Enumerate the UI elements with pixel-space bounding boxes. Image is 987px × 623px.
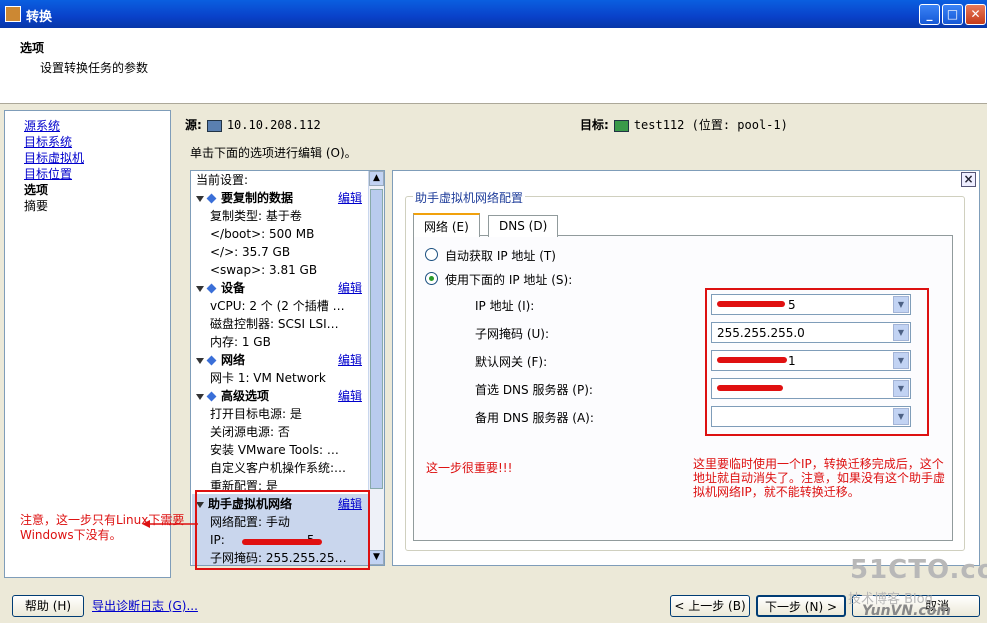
page-title: 选项 [20,41,45,55]
tree-nic: 网卡 1: VM Network [210,371,326,385]
edit-data-link[interactable]: 编辑 [338,190,362,206]
tree-boot: </boot>: 500 MB [210,227,315,241]
red-highlight-box [705,288,929,436]
diamond-icon [206,193,217,204]
edit-hint: 单击下面的选项进行编辑 (O)。 [190,146,357,160]
preferred-dns-label: 首选 DNS 服务器 (P): [475,383,593,397]
source-value: 10.10.208.112 [226,118,321,132]
nav-item-target-system[interactable]: 目标系统 [24,134,72,150]
manual-ip-label[interactable]: 使用下面的 IP 地址 (S): [445,271,572,288]
maximize-button[interactable]: □ [942,4,963,25]
tree-swap: <swap>: 3.81 GB [210,263,318,277]
app-icon [5,6,21,22]
gateway-label: 默认网关 (F): [475,355,548,369]
wizard-steps-nav: 源系统 目标系统 目标虚拟机 目标位置 选项 摘要 [4,110,171,578]
collapse-arrow-icon[interactable] [196,393,204,400]
next-button[interactable]: 下一步 (N) > [756,595,846,617]
watermark-51cto: 51CTO.com [850,555,987,585]
window-titlebar: 转换 _ □ ✕ [0,0,987,28]
annotation-arrow-icon [142,520,198,528]
tree-section-advanced[interactable]: 高级选项 [196,388,269,404]
minimize-button[interactable]: _ [919,4,940,25]
nav-item-summary: 摘要 [24,199,49,213]
diamond-icon [206,283,217,294]
page-subtitle: 设置转换任务的参数 [40,61,149,75]
target-value: test112 (位置: pool-1) [633,118,788,132]
auto-ip-label[interactable]: 自动获取 IP 地址 (T) [445,247,556,264]
group-title: 助手虚拟机网络配置 [413,189,526,206]
source-label: 源: [185,118,202,132]
page-header: 选项 设置转换任务的参数 [0,28,987,104]
auto-ip-radio[interactable] [425,248,438,261]
tree-power-off: 关闭源电源: 否 [210,425,290,439]
export-diagnostics-link[interactable]: 导出诊断日志 (G)... [92,597,198,614]
manual-ip-radio[interactable] [425,272,438,285]
collapse-arrow-icon[interactable] [196,357,204,364]
close-panel-icon[interactable]: × [961,172,976,187]
tree-vcpu: vCPU: 2 个 (2 个插槽 … [210,299,345,313]
close-window-button[interactable]: ✕ [965,4,986,25]
tree-section-data[interactable]: 要复制的数据 [196,190,293,206]
nav-item-target-vm[interactable]: 目标虚拟机 [24,150,84,166]
scroll-down-arrow-icon[interactable]: ▼ [369,550,384,565]
tree-scrollbar[interactable]: ▲ ▼ [368,171,384,565]
help-button[interactable]: 帮助 (H) [12,595,84,617]
nav-item-target-location[interactable]: 目标位置 [24,166,72,182]
back-button[interactable]: < 上一步 (B) [670,595,750,617]
ip-address-label: IP 地址 (I): [475,299,535,313]
watermark-yunvn: YunVN.com [862,603,951,619]
collapse-arrow-icon[interactable] [196,195,204,202]
tree-vmware-tools: 安装 VMware Tools: … [210,443,339,457]
tree-current-settings: 当前设置: [196,173,249,187]
target-info: 目标: test112 (位置: pool-1) [580,116,788,133]
tree-root: </>: 35.7 GB [210,245,291,259]
window-title: 转换 [26,10,53,25]
alternate-dns-label: 备用 DNS 服务器 (A): [475,411,594,425]
edit-advanced-link[interactable]: 编辑 [338,388,362,404]
source-info: 源: 10.10.208.112 [185,116,321,133]
target-label: 目标: [580,118,609,132]
tree-memory: 内存: 1 GB [210,335,271,349]
scroll-up-arrow-icon[interactable]: ▲ [369,171,384,186]
tree-custom-guest: 自定义客户机操作系统:… [210,461,347,475]
subnet-mask-label: 子网掩码 (U): [475,327,550,341]
annotation-important: 这一步很重要!!! [426,461,513,475]
tab-network[interactable]: 网络 (E) [413,213,480,237]
collapse-arrow-icon[interactable] [196,285,204,292]
diamond-icon [206,355,217,366]
tree-copy-type: 复制类型: 基于卷 [210,209,302,223]
tab-dns[interactable]: DNS (D) [488,215,559,237]
edit-network-link[interactable]: 编辑 [338,352,362,368]
tree-disk-controller: 磁盘控制器: SCSI LSI… [210,317,339,331]
tree-section-network[interactable]: 网络 [196,352,245,368]
scroll-thumb[interactable] [370,189,383,489]
annotation-explain-3: 拟机网络IP，就不能转换迁移。 [693,485,860,499]
computer-icon [206,119,222,132]
diamond-icon [206,391,217,402]
red-highlight-box [195,490,370,570]
nav-item-options: 选项 [24,183,49,197]
tree-section-devices[interactable]: 设备 [196,280,245,296]
tree-power-on: 打开目标电源: 是 [210,407,302,421]
edit-devices-link[interactable]: 编辑 [338,280,362,296]
nav-item-source-system[interactable]: 源系统 [24,118,60,134]
annotation-left-2: Windows下没有。 [20,528,122,542]
vm-icon [613,119,629,132]
